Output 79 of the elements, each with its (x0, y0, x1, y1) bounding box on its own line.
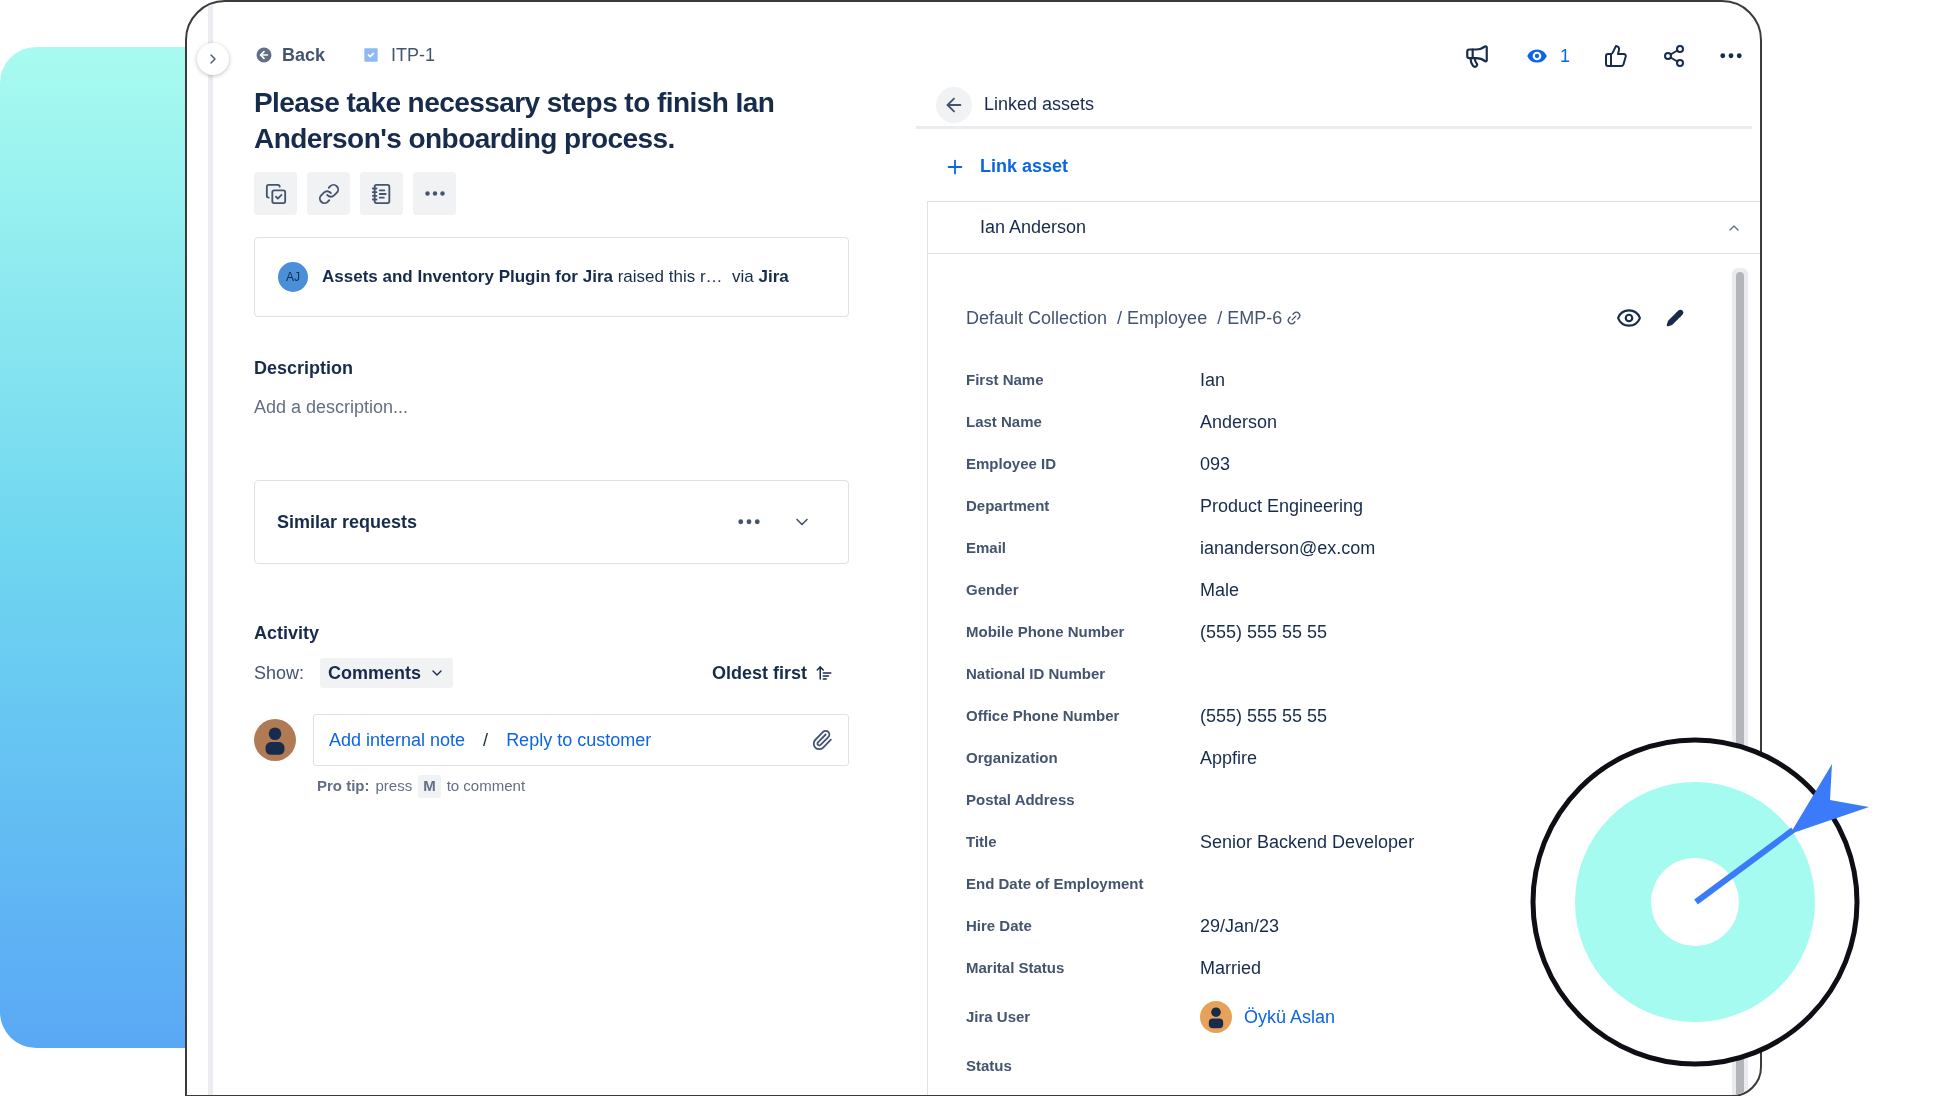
breadcrumb-link[interactable]: Employee (1127, 304, 1208, 332)
comment-field[interactable]: Add internal note / Reply to customer (313, 714, 849, 766)
watchers-button[interactable]: 1 (1524, 42, 1570, 70)
checklist-icon (264, 182, 287, 205)
attribute-label: Mobile Phone Number (966, 621, 1126, 642)
asset-name: Ian Anderson (980, 216, 1088, 239)
avatar-icon (254, 719, 296, 761)
share-icon[interactable] (1662, 44, 1686, 68)
more-icon[interactable] (424, 191, 445, 196)
attribute-value: Ian (1200, 368, 1226, 392)
user-avatar-icon (1200, 1001, 1232, 1033)
attribute-value: 093 (1200, 452, 1231, 476)
avatar: AJ (278, 262, 308, 292)
more-icon[interactable] (1720, 53, 1742, 59)
attribute-value: (555) 555 55 55 (1200, 704, 1328, 728)
attribute-value: Anderson (1200, 410, 1278, 434)
attribute-label: Postal Address (966, 789, 1076, 810)
attribute-label: Last Name (966, 411, 1043, 432)
megaphone-icon[interactable] (1464, 43, 1490, 69)
breadcrumb-separator: / (1217, 306, 1223, 330)
show-label: Show: (254, 661, 305, 685)
internal-note-link[interactable]: Add internal note (329, 726, 466, 754)
attribute-value: Product Engineering (1200, 494, 1364, 518)
paperclip-icon[interactable] (811, 729, 833, 751)
back-button[interactable] (936, 86, 972, 123)
attribute-value: Married (1200, 956, 1261, 980)
attribute-label: Email (966, 537, 1008, 558)
section-title: Similar requests (277, 510, 419, 534)
attribute-label: Title (966, 831, 998, 852)
description-field[interactable]: Add a description... (254, 394, 849, 420)
issue-title: Please take necessary steps to finish Ian Anderson's onboarding process. (254, 86, 776, 156)
attribute-value: iananderson@ex.com (1200, 536, 1376, 560)
breadcrumb-separator: / (1117, 306, 1123, 330)
link-icon (317, 182, 340, 205)
pro-tip-text: to comment (446, 776, 526, 796)
attribute-label: Gender (966, 579, 1020, 600)
link-asset-button[interactable]: Link asset (944, 153, 1069, 180)
attribute-value: Appfire (1200, 746, 1258, 770)
attribute-value: Senior Backend Developer (1200, 830, 1415, 854)
filter-dropdown[interactable]: Comments (320, 658, 454, 688)
attribute-value: 29/Jan/23 (1200, 914, 1280, 938)
attribute-value: (555) 555 55 55 (1200, 620, 1328, 644)
attribute-label: Employee ID (966, 453, 1058, 474)
subtask-button[interactable] (254, 172, 297, 215)
user-link[interactable]: Öykü Aslan (1244, 1003, 1336, 1031)
sort-icon (815, 664, 833, 682)
link-button[interactable] (307, 172, 350, 215)
notes-button[interactable] (360, 172, 403, 215)
sort-button[interactable]: Oldest first (711, 659, 833, 687)
pencil-icon[interactable] (1666, 309, 1684, 327)
back-icon (254, 45, 274, 65)
attribute-label: Hire Date (966, 915, 1033, 936)
issue-key-link[interactable]: ITP-1 (361, 41, 436, 69)
key-hint: M (418, 775, 441, 798)
attribute-label: First Name (966, 369, 1045, 390)
attribute-label: End Date of Employment (966, 873, 1145, 894)
attribute-label: Organization (966, 747, 1059, 768)
pro-tip-label: Pro tip: (317, 776, 370, 796)
notebook-icon (370, 182, 393, 205)
description-heading: Description (254, 357, 355, 380)
attribute-value: Male (1200, 578, 1239, 602)
attribute-label: Status (966, 1055, 1013, 1076)
activity-heading: Activity (254, 622, 321, 645)
separator-text: / (483, 728, 489, 752)
request-source-text: Assets and Inventory Plugin for Jira raised this r… via Jira (322, 266, 789, 289)
more-button[interactable] (413, 172, 456, 215)
attribute-label: Office Phone Number (966, 705, 1121, 726)
attribute-label: National ID Number (966, 663, 1107, 684)
pro-tip-text: press (375, 776, 413, 796)
more-icon[interactable] (738, 519, 760, 525)
back-link[interactable]: Back (254, 41, 326, 69)
attribute-label: Marital Status (966, 957, 1066, 978)
breadcrumb-link[interactable]: EMP-6 (1227, 304, 1283, 332)
thumbs-up-icon[interactable] (1604, 44, 1628, 68)
attribute-label: Department (966, 495, 1051, 516)
breadcrumb-link[interactable]: Default Collection (966, 304, 1108, 332)
attribute-label: Jira User (966, 1006, 1032, 1027)
reply-link[interactable]: Reply to customer (506, 726, 652, 754)
panel-title: Linked assets (984, 93, 1095, 116)
